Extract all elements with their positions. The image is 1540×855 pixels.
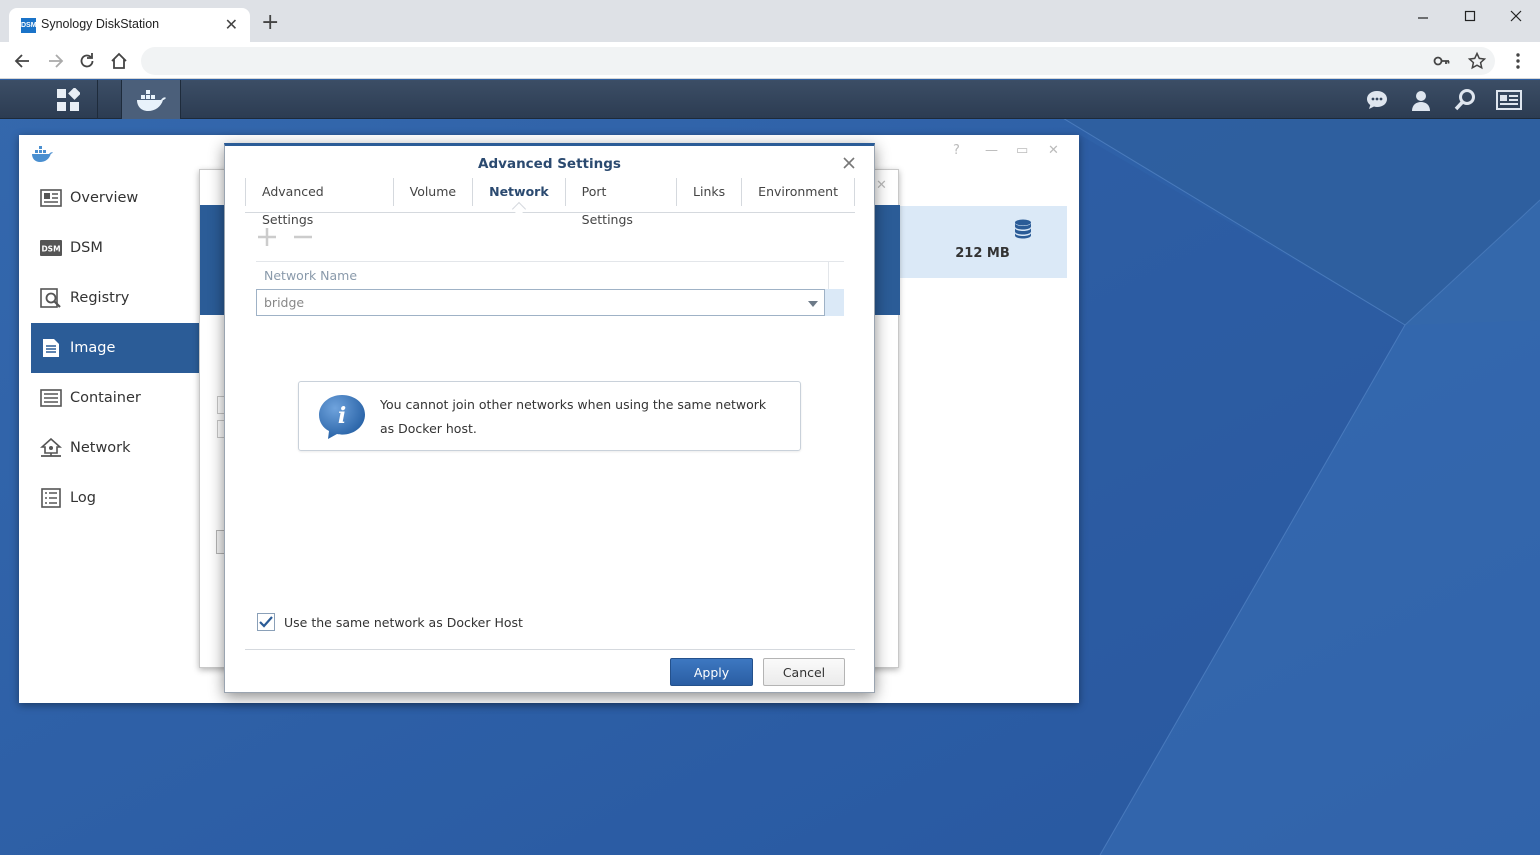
docker-taskbar-button[interactable]	[121, 80, 181, 119]
window-minimize-icon[interactable]: —	[985, 143, 998, 158]
checkmark-icon	[259, 616, 273, 628]
search-icon[interactable]	[1453, 88, 1477, 112]
chevron-down-icon[interactable]	[808, 301, 818, 307]
remove-network-button[interactable]	[292, 226, 314, 248]
container-icon	[40, 387, 62, 409]
browser-menu-icon[interactable]	[1508, 51, 1528, 71]
image-size-label: 212 MB	[955, 246, 1010, 261]
bookmark-star-icon[interactable]	[1467, 51, 1487, 71]
network-icon	[40, 437, 62, 459]
address-bar-input[interactable]	[141, 47, 1495, 75]
home-icon[interactable]	[108, 50, 130, 72]
dsm-favicon-icon: DSM	[21, 18, 37, 33]
sidebar-item-label: Container	[70, 390, 141, 406]
svg-text:DSM: DSM	[41, 245, 60, 254]
network-name-value: bridge	[264, 295, 305, 310]
browser-tab-strip: DSM Synology DiskStation ✕ +	[0, 0, 1540, 42]
sidebar-item-label: Registry	[70, 290, 130, 306]
back-icon[interactable]	[12, 50, 34, 72]
advanced-settings-dialog: Advanced Settings Advanced Settings Volu…	[224, 143, 875, 693]
dialog-footer-divider	[245, 649, 855, 650]
network-grid-header: Network Name	[256, 261, 844, 290]
main-menu-button[interactable]	[38, 80, 98, 119]
browser-tab[interactable]: DSM Synology DiskStation ✕	[9, 8, 250, 42]
user-icon[interactable]	[1409, 88, 1433, 112]
log-icon	[40, 487, 62, 509]
widgets-icon[interactable]	[1496, 88, 1522, 112]
cancel-button[interactable]: Cancel	[763, 658, 845, 686]
info-message-box: i You cannot join other networks when us…	[298, 381, 801, 451]
forward-icon[interactable]	[44, 50, 66, 72]
sidebar-item-label: Log	[70, 490, 96, 506]
same-network-checkbox-label: Use the same network as Docker Host	[284, 614, 523, 630]
same-network-checkbox-row[interactable]: Use the same network as Docker Host	[257, 613, 523, 631]
window-close-icon[interactable]: ✕	[1048, 143, 1059, 158]
maximize-window-button[interactable]	[1455, 6, 1485, 28]
sidebar-item-label: Image	[70, 340, 116, 356]
info-icon: i	[319, 395, 365, 439]
minus-icon	[294, 235, 312, 239]
help-icon[interactable]: ?	[953, 143, 960, 158]
window-maximize-icon[interactable]: ▭	[1016, 143, 1028, 158]
tab-volume[interactable]: Volume	[394, 178, 474, 206]
image-list-row[interactable]: 212 MB	[898, 206, 1067, 278]
dialog-close-icon[interactable]	[841, 155, 857, 171]
plus-icon	[258, 228, 276, 246]
apply-button[interactable]: Apply	[670, 658, 753, 686]
database-icon	[1015, 219, 1031, 239]
network-name-column-header: Network Name	[264, 268, 358, 283]
dialog-tabs: Advanced Settings Volume Network Port Se…	[245, 178, 855, 227]
tab-advanced-settings[interactable]: Advanced Settings	[245, 178, 394, 227]
dialog-title: Advanced Settings	[478, 156, 621, 172]
registry-icon	[40, 287, 62, 309]
tab-close-icon[interactable]: ✕	[225, 15, 238, 34]
overview-icon	[40, 187, 62, 209]
dsm-taskbar	[0, 80, 1540, 119]
docker-icon	[137, 89, 166, 111]
dsm-icon: DSM	[40, 237, 62, 259]
tab-environment[interactable]: Environment	[742, 178, 855, 206]
close-window-button[interactable]	[1501, 6, 1531, 28]
reload-icon[interactable]	[76, 50, 98, 72]
key-icon[interactable]	[1432, 51, 1452, 71]
minimize-window-button[interactable]	[1408, 6, 1438, 28]
tab-links[interactable]: Links	[677, 178, 743, 206]
sidebar-item-label: Overview	[70, 190, 139, 206]
tab-network[interactable]: Network	[473, 178, 566, 206]
add-network-button[interactable]	[256, 226, 278, 248]
new-tab-button[interactable]: +	[261, 12, 279, 34]
notification-chat-icon[interactable]	[1365, 88, 1389, 112]
tab-title: Synology DiskStation	[41, 17, 160, 31]
tab-port-settings[interactable]: Port Settings	[566, 178, 678, 227]
sidebar-item-label: Network	[70, 440, 131, 456]
image-icon	[40, 337, 62, 359]
background-dialog-close-icon[interactable]: ✕	[876, 178, 887, 193]
sidebar-item-label: DSM	[70, 240, 103, 256]
svg-text:i: i	[338, 403, 346, 429]
network-name-select[interactable]: bridge	[256, 289, 825, 316]
main-menu-icon	[56, 87, 80, 111]
browser-toolbar	[0, 42, 1540, 79]
docker-window-icon	[32, 146, 53, 162]
column-separator	[828, 262, 829, 290]
info-message-text: You cannot join other networks when usin…	[380, 397, 767, 436]
same-network-checkbox[interactable]	[257, 613, 275, 631]
dsm-desktop: ? — ▭ ✕ Overview DSM DSM Registry Image	[0, 80, 1540, 855]
